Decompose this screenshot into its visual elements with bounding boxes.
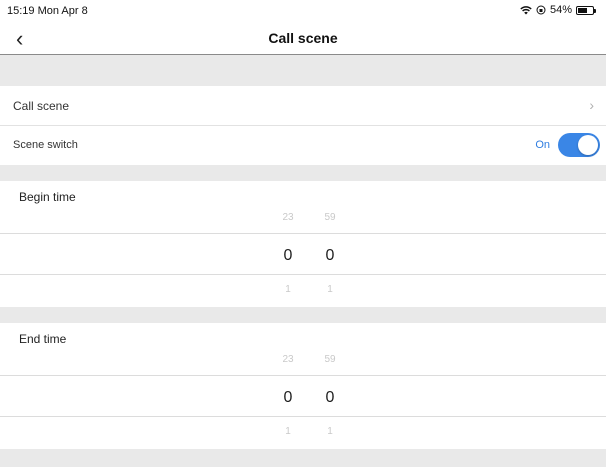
begin-minute-below[interactable]: 1 <box>320 284 340 295</box>
toggle-knob <box>578 135 598 155</box>
end-minute-selected[interactable]: 0 <box>320 389 340 407</box>
section-spacer <box>0 307 606 323</box>
picker-selection-line <box>0 375 606 376</box>
end-hour-above[interactable]: 23 <box>278 354 298 365</box>
scene-switch-row: Scene switch On <box>0 126 606 165</box>
call-scene-row[interactable]: Call scene › <box>0 86 606 126</box>
status-time: 15:19 Mon Apr 8 <box>7 5 88 17</box>
status-bar: 15:19 Mon Apr 8 54% <box>0 0 606 22</box>
end-hour-below[interactable]: 1 <box>278 426 298 437</box>
switch-state-text: On <box>535 139 550 151</box>
scene-switch-label: Scene switch <box>13 139 78 151</box>
picker-selection-line <box>0 233 606 234</box>
section-spacer <box>0 449 606 467</box>
scene-switch-control: On <box>535 133 600 157</box>
scene-switch-toggle[interactable] <box>558 133 600 157</box>
battery-icon <box>576 5 596 15</box>
end-time-label: End time <box>19 332 67 346</box>
begin-time-label: Begin time <box>19 190 76 204</box>
battery-percent: 54% <box>549 4 572 16</box>
begin-hour-below[interactable]: 1 <box>278 284 298 295</box>
begin-hour-selected[interactable]: 0 <box>278 247 298 265</box>
end-hour-selected[interactable]: 0 <box>278 389 298 407</box>
begin-hour-above[interactable]: 23 <box>278 212 298 223</box>
begin-minute-selected[interactable]: 0 <box>320 247 340 265</box>
status-indicators: 54% <box>520 4 596 16</box>
end-minute-above[interactable]: 59 <box>320 354 340 365</box>
end-minute-below[interactable]: 1 <box>320 426 340 437</box>
page-title: Call scene <box>268 30 338 46</box>
section-spacer <box>0 165 606 181</box>
orientation-lock-icon <box>536 5 546 15</box>
call-scene-label: Call scene <box>13 99 70 113</box>
navigation-bar: ‹ Call scene <box>0 22 606 55</box>
picker-selection-line <box>0 416 606 417</box>
chevron-right-icon: › <box>589 97 594 113</box>
picker-selection-line <box>0 274 606 275</box>
begin-minute-above[interactable]: 59 <box>320 212 340 223</box>
begin-time-picker[interactable]: Begin time 23 59 0 0 1 1 <box>0 181 606 307</box>
section-spacer <box>0 55 606 86</box>
end-time-picker[interactable]: End time 23 59 0 0 1 1 <box>0 323 606 449</box>
wifi-icon <box>520 6 532 15</box>
